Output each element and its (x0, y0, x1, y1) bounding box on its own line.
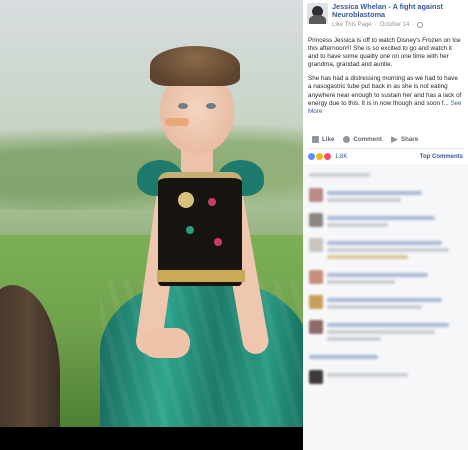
blurred-comment (327, 238, 462, 262)
post-paragraph-1: Princess Jessica is off to watch Disney'… (308, 36, 461, 69)
list-item (303, 184, 468, 209)
header-info: Jessica Whelan - A fight against Neurobl… (328, 2, 443, 29)
nasogastric-tube (165, 118, 189, 126)
meta-separator: · (374, 22, 377, 29)
reaction-summary[interactable]: 1.8K (308, 153, 348, 161)
clasped-hands (142, 328, 190, 358)
list-item (303, 316, 468, 348)
like-reaction-icon (308, 153, 315, 161)
girl-in-dress (0, 0, 303, 427)
dress-bodice (158, 172, 242, 286)
reactions-bar: 1.8K Top Comments (303, 149, 468, 164)
avatar (309, 270, 323, 285)
blurred-line (327, 255, 408, 260)
blurred-line (327, 191, 422, 196)
list-item (303, 170, 468, 184)
comment-icon (343, 136, 351, 144)
blurred-line (327, 198, 402, 203)
screenshot: Jessica Whelan - A fight against Neurobl… (0, 0, 468, 450)
globe-icon (417, 22, 424, 29)
dress-belt (157, 270, 245, 282)
blurred-line (327, 273, 429, 278)
blurred-line (327, 330, 435, 335)
thumbs-up-icon (312, 136, 319, 144)
post-text: Princess Jessica is off to watch Disney'… (303, 29, 468, 117)
avatar (309, 370, 323, 385)
blurred-line (309, 355, 378, 360)
blurred-line (327, 373, 408, 378)
blurred-line (327, 337, 381, 342)
blurred-comment (309, 170, 462, 180)
like-button[interactable]: Like (312, 136, 335, 144)
like-label: Like (322, 136, 335, 144)
post-actions: Like Comment Share (303, 122, 468, 148)
list-item (303, 348, 468, 366)
blurred-comment (327, 295, 462, 312)
comment-button[interactable]: Comment (343, 136, 382, 144)
page-name-line2: Neuroblastoma (332, 10, 386, 20)
post-header: Jessica Whelan - A fight against Neurobl… (303, 0, 468, 29)
comment-label: Comment (353, 136, 382, 144)
share-label: Share (400, 136, 419, 144)
blurred-comment (309, 352, 462, 362)
facebook-post-panel: Jessica Whelan - A fight against Neurobl… (303, 0, 468, 450)
blurred-line (327, 248, 449, 253)
blurred-line (327, 298, 442, 303)
bodice-emblem (178, 192, 194, 208)
bodice-flower (214, 238, 222, 246)
avatar-body (309, 15, 326, 24)
hair (150, 46, 240, 86)
blurred-comment (327, 188, 462, 205)
bodice-leaf (186, 226, 194, 234)
avatar (309, 188, 323, 203)
page-avatar[interactable] (307, 3, 328, 24)
share-button[interactable]: Share (390, 136, 419, 144)
blurred-line (309, 173, 371, 178)
reaction-count: 1.8K (335, 153, 348, 160)
blurred-comment (327, 270, 462, 287)
list-item (303, 291, 468, 316)
love-reaction-icon (324, 153, 331, 161)
blurred-comment (327, 213, 462, 230)
wow-reaction-icon (316, 153, 323, 161)
avatar (309, 213, 323, 228)
post-photo[interactable] (0, 0, 303, 427)
list-item (303, 234, 468, 266)
blurred-line (327, 323, 449, 328)
blurred-line (327, 305, 422, 310)
post-date[interactable]: October 14 (380, 22, 410, 29)
bodice-flower (208, 198, 216, 206)
list-item (303, 266, 468, 291)
meta-separator: · (412, 22, 415, 29)
left-eye (178, 103, 188, 109)
post-paragraph-2-text: She has had a distressing morning as we … (308, 75, 462, 107)
top-comments-dropdown[interactable]: Top Comments (420, 154, 463, 160)
blurred-line (327, 241, 442, 246)
comments-list (303, 164, 468, 450)
avatar (309, 295, 323, 310)
dress-skirt (100, 280, 303, 427)
list-item (303, 366, 468, 388)
blurred-comment (327, 320, 462, 344)
page-name-link[interactable]: Jessica Whelan - A fight against Neurobl… (332, 2, 443, 20)
avatar (309, 320, 323, 335)
blurred-line (327, 216, 435, 221)
like-page-link[interactable]: Like This Page (332, 22, 372, 29)
post-paragraph-2: She has had a distressing morning as we … (308, 75, 463, 116)
post-meta: Like This Page · October 14 · (332, 22, 443, 29)
avatar (309, 238, 323, 253)
blurred-line (327, 280, 395, 285)
blurred-line (327, 223, 388, 228)
right-eye (206, 103, 216, 109)
blurred-comment (327, 370, 462, 384)
share-icon (390, 136, 398, 144)
list-item (303, 209, 468, 234)
